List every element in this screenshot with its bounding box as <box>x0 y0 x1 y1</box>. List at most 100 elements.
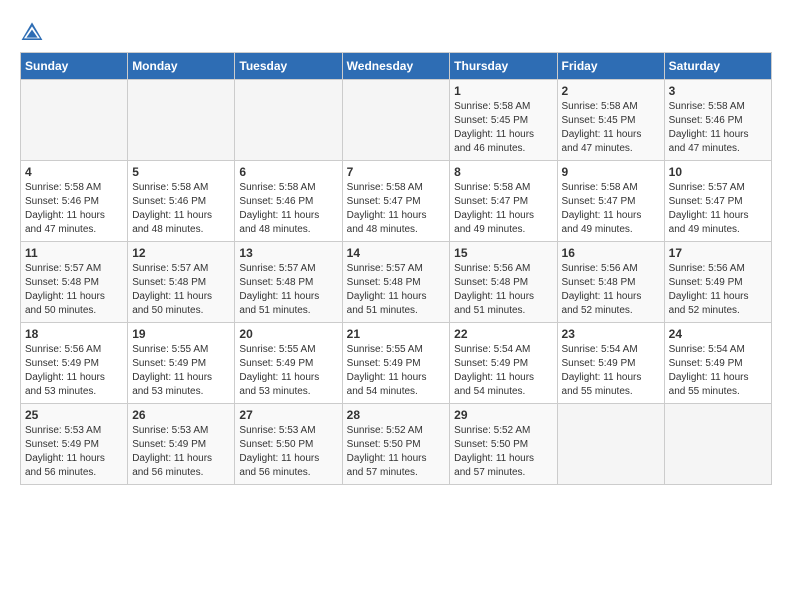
day-number: 20 <box>239 327 337 341</box>
weekday-header: Wednesday <box>342 53 450 80</box>
calendar-cell: 3 Sunrise: 5:58 AM Sunset: 5:46 PM Daylig… <box>664 80 771 161</box>
day-info: Sunrise: 5:58 AM Sunset: 5:47 PM Dayligh… <box>454 181 552 237</box>
calendar-header-row: SundayMondayTuesdayWednesdayThursdayFrid… <box>21 53 772 80</box>
day-number: 1 <box>454 84 552 98</box>
day-info: Sunrise: 5:55 AM Sunset: 5:49 PM Dayligh… <box>347 343 446 399</box>
day-info: Sunrise: 5:52 AM Sunset: 5:50 PM Dayligh… <box>347 424 446 480</box>
calendar-cell: 20 Sunrise: 5:55 AM Sunset: 5:49 PM Dayli… <box>235 323 342 404</box>
weekday-header: Saturday <box>664 53 771 80</box>
day-number: 11 <box>25 246 123 260</box>
day-number: 28 <box>347 408 446 422</box>
day-info: Sunrise: 5:57 AM Sunset: 5:48 PM Dayligh… <box>25 262 123 318</box>
calendar-week-row: 11 Sunrise: 5:57 AM Sunset: 5:48 PM Dayli… <box>21 242 772 323</box>
day-info: Sunrise: 5:57 AM Sunset: 5:47 PM Dayligh… <box>669 181 767 237</box>
day-info: Sunrise: 5:58 AM Sunset: 5:46 PM Dayligh… <box>239 181 337 237</box>
calendar-cell: 4Sunrise: 5:58 AM Sunset: 5:46 PM Daylig… <box>21 161 128 242</box>
calendar-cell <box>664 404 771 485</box>
day-info: Sunrise: 5:55 AM Sunset: 5:49 PM Dayligh… <box>239 343 337 399</box>
day-number: 22 <box>454 327 552 341</box>
day-number: 9 <box>562 165 660 179</box>
day-info: Sunrise: 5:57 AM Sunset: 5:48 PM Dayligh… <box>239 262 337 318</box>
calendar-week-row: 1 Sunrise: 5:58 AM Sunset: 5:45 PM Daylig… <box>21 80 772 161</box>
calendar-cell: 6 Sunrise: 5:58 AM Sunset: 5:46 PM Daylig… <box>235 161 342 242</box>
day-info: Sunrise: 5:55 AM Sunset: 5:49 PM Dayligh… <box>132 343 230 399</box>
day-number: 21 <box>347 327 446 341</box>
weekday-header: Monday <box>128 53 235 80</box>
calendar-cell: 26 Sunrise: 5:53 AM Sunset: 5:49 PM Dayli… <box>128 404 235 485</box>
day-info: Sunrise: 5:56 AM Sunset: 5:49 PM Dayligh… <box>669 262 767 318</box>
day-info: Sunrise: 5:58 AM Sunset: 5:46 PM Dayligh… <box>669 100 767 156</box>
day-number: 18 <box>25 327 123 341</box>
day-number: 3 <box>669 84 767 98</box>
calendar-cell: 10Sunrise: 5:57 AM Sunset: 5:47 PM Dayli… <box>664 161 771 242</box>
day-number: 29 <box>454 408 552 422</box>
calendar-cell: 22Sunrise: 5:54 AM Sunset: 5:49 PM Dayli… <box>450 323 557 404</box>
day-number: 26 <box>132 408 230 422</box>
calendar-cell: 15 Sunrise: 5:56 AM Sunset: 5:48 PM Dayli… <box>450 242 557 323</box>
day-info: Sunrise: 5:58 AM Sunset: 5:45 PM Dayligh… <box>562 100 660 156</box>
day-number: 17 <box>669 246 767 260</box>
calendar-cell: 19 Sunrise: 5:55 AM Sunset: 5:49 PM Dayli… <box>128 323 235 404</box>
weekday-header: Sunday <box>21 53 128 80</box>
day-number: 15 <box>454 246 552 260</box>
day-info: Sunrise: 5:54 AM Sunset: 5:49 PM Dayligh… <box>669 343 767 399</box>
calendar-week-row: 18Sunrise: 5:56 AM Sunset: 5:49 PM Dayli… <box>21 323 772 404</box>
day-number: 2 <box>562 84 660 98</box>
weekday-header: Thursday <box>450 53 557 80</box>
day-info: Sunrise: 5:58 AM Sunset: 5:47 PM Dayligh… <box>347 181 446 237</box>
day-number: 16 <box>562 246 660 260</box>
calendar-cell: 17 Sunrise: 5:56 AM Sunset: 5:49 PM Dayli… <box>664 242 771 323</box>
day-info: Sunrise: 5:52 AM Sunset: 5:50 PM Dayligh… <box>454 424 552 480</box>
calendar-week-row: 4 Sunrise: 5:58 AM Sunset: 5:46 PM Daylig… <box>21 161 772 242</box>
day-number: 27 <box>239 408 337 422</box>
calendar-cell: 21 Sunrise: 5:55 AM Sunset: 5:49 PM Dayli… <box>342 323 450 404</box>
calendar-cell: 23Sunrise: 5:54 AM Sunset: 5:49 PM Dayli… <box>557 323 664 404</box>
day-info: Sunrise: 5:53 AM Sunset: 5:49 PM Dayligh… <box>132 424 230 480</box>
calendar-cell: 29 Sunrise: 5:52 AM Sunset: 5:50 PM Dayli… <box>450 404 557 485</box>
calendar-cell: 24 Sunrise: 5:54 AM Sunset: 5:49 PM Dayli… <box>664 323 771 404</box>
day-info: Sunrise: 5:53 AM Sunset: 5:50 PM Dayligh… <box>239 424 337 480</box>
day-info: Sunrise: 5:58 AM Sunset: 5:46 PM Dayligh… <box>132 181 230 237</box>
calendar-cell <box>342 80 450 161</box>
weekday-header: Friday <box>557 53 664 80</box>
day-info: Sunrise: 5:54 AM Sunset: 5:49 PM Dayligh… <box>562 343 660 399</box>
day-number: 25 <box>25 408 123 422</box>
day-number: 6 <box>239 165 337 179</box>
calendar-cell: 28 Sunrise: 5:52 AM Sunset: 5:50 PM Dayli… <box>342 404 450 485</box>
day-number: 13 <box>239 246 337 260</box>
day-number: 14 <box>347 246 446 260</box>
calendar-cell <box>557 404 664 485</box>
weekday-header: Tuesday <box>235 53 342 80</box>
calendar-cell: 1Sunrise: 5:58 AM Sunset: 5:45 PM Daylig… <box>450 80 557 161</box>
calendar-cell: 7 Sunrise: 5:58 AM Sunset: 5:47 PM Daylig… <box>342 161 450 242</box>
calendar-cell: 27 Sunrise: 5:53 AM Sunset: 5:50 PM Dayli… <box>235 404 342 485</box>
day-number: 7 <box>347 165 446 179</box>
day-info: Sunrise: 5:57 AM Sunset: 5:48 PM Dayligh… <box>347 262 446 318</box>
page-header <box>20 20 772 44</box>
calendar-week-row: 25 Sunrise: 5:53 AM Sunset: 5:49 PM Dayli… <box>21 404 772 485</box>
calendar-cell: 18Sunrise: 5:56 AM Sunset: 5:49 PM Dayli… <box>21 323 128 404</box>
calendar-cell: 2 Sunrise: 5:58 AM Sunset: 5:45 PM Daylig… <box>557 80 664 161</box>
day-info: Sunrise: 5:58 AM Sunset: 5:47 PM Dayligh… <box>562 181 660 237</box>
logo-icon <box>20 20 44 44</box>
day-number: 5 <box>132 165 230 179</box>
calendar-cell: 25 Sunrise: 5:53 AM Sunset: 5:49 PM Dayli… <box>21 404 128 485</box>
calendar-cell: 16 Sunrise: 5:56 AM Sunset: 5:48 PM Dayli… <box>557 242 664 323</box>
day-number: 4 <box>25 165 123 179</box>
day-info: Sunrise: 5:56 AM Sunset: 5:48 PM Dayligh… <box>454 262 552 318</box>
calendar-cell <box>235 80 342 161</box>
calendar-cell: 13 Sunrise: 5:57 AM Sunset: 5:48 PM Dayli… <box>235 242 342 323</box>
day-number: 12 <box>132 246 230 260</box>
calendar-cell <box>21 80 128 161</box>
calendar-cell: 9 Sunrise: 5:58 AM Sunset: 5:47 PM Daylig… <box>557 161 664 242</box>
day-info: Sunrise: 5:53 AM Sunset: 5:49 PM Dayligh… <box>25 424 123 480</box>
logo <box>20 20 48 44</box>
day-info: Sunrise: 5:56 AM Sunset: 5:48 PM Dayligh… <box>562 262 660 318</box>
calendar-cell: 11 Sunrise: 5:57 AM Sunset: 5:48 PM Dayli… <box>21 242 128 323</box>
calendar-cell <box>128 80 235 161</box>
calendar-cell: 12Sunrise: 5:57 AM Sunset: 5:48 PM Dayli… <box>128 242 235 323</box>
calendar-cell: 5 Sunrise: 5:58 AM Sunset: 5:46 PM Daylig… <box>128 161 235 242</box>
day-number: 19 <box>132 327 230 341</box>
calendar-table: SundayMondayTuesdayWednesdayThursdayFrid… <box>20 52 772 485</box>
day-number: 24 <box>669 327 767 341</box>
